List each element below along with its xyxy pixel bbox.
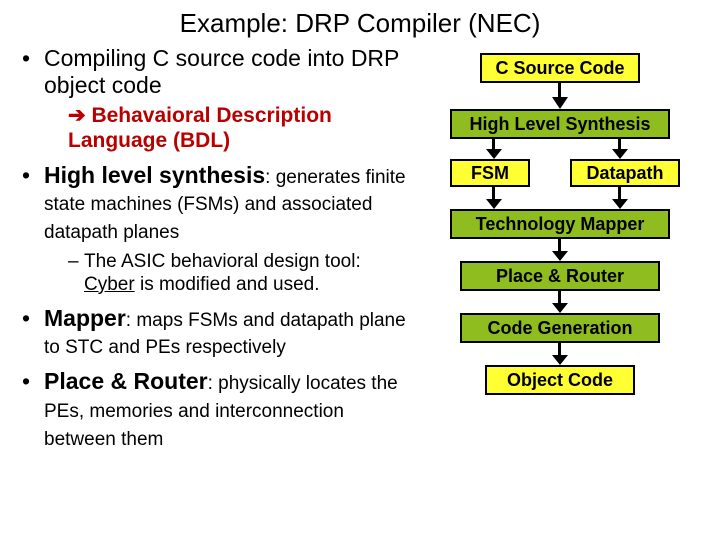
slide-content: Compiling C source code into DRP object … <box>0 45 720 505</box>
asic-tool: Cyber <box>84 274 135 295</box>
arrow-head-4 <box>552 251 568 261</box>
box-codegen: Code Generation <box>460 313 660 343</box>
asic-suffix: is modified and used. <box>135 274 320 295</box>
box-csource: C Source Code <box>480 53 640 83</box>
bullet-compile: Compiling C source code into DRP object … <box>20 45 412 154</box>
arrow-head-3a <box>486 199 502 209</box>
slide-title: Example: DRP Compiler (NEC) <box>0 0 720 45</box>
asic-prefix: The ASIC behavioral design tool: <box>84 251 361 272</box>
box-techmap: Technology Mapper <box>450 209 670 239</box>
box-hls: High Level Synthesis <box>450 109 670 139</box>
pr-head: Place & Router <box>44 368 208 394</box>
box-fsm: FSM <box>450 159 530 187</box>
left-column: Compiling C source code into DRP object … <box>20 45 420 505</box>
dash-asic: The ASIC behavioral design tool: Cyber i… <box>44 251 412 297</box>
box-objcode: Object Code <box>485 365 635 395</box>
flowchart: C Source Code High Level Synthesis FSM D… <box>420 45 710 505</box>
arrow-head-1 <box>552 97 568 109</box>
arrow-head-6 <box>552 355 568 365</box>
bullet-compile-text: Compiling C source code into DRP object … <box>44 45 399 98</box>
box-placeroute: Place & Router <box>460 261 660 291</box>
bdl-text: Behavaioral Description Language (BDL) <box>68 104 332 152</box>
arrow-head-5 <box>552 303 568 313</box>
bullet-placeroute: Place & Router: physically locates the P… <box>20 368 412 451</box>
arrow-icon: ➔ <box>68 104 86 127</box>
bullet-mapper: Mapper: maps FSMs and datapath plane to … <box>20 305 412 361</box>
bullet-hls: High level synthesis: generates finite s… <box>20 162 412 297</box>
arrow-head-3b <box>612 199 628 209</box>
arrow-head-2b <box>612 149 628 159</box>
box-datapath: Datapath <box>570 159 680 187</box>
arrow-head-2a <box>486 149 502 159</box>
mapper-head: Mapper <box>44 305 126 331</box>
sub-bdl: ➔ Behavaioral Description Language (BDL) <box>44 103 412 153</box>
hls-head: High level synthesis <box>44 162 265 188</box>
